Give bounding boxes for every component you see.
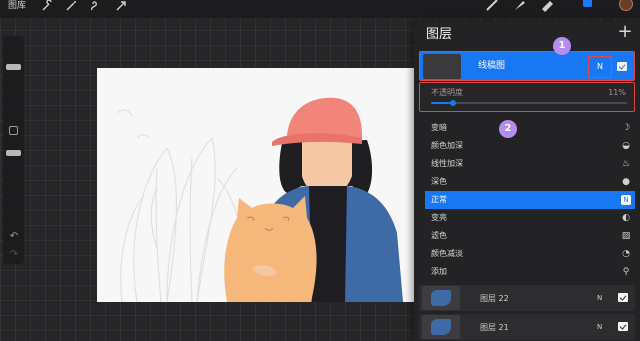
blend-mode-label: 变亮 [431,213,447,222]
blend-mode-item[interactable]: 滤色 ▨ [425,227,635,245]
left-sidebar: ↶ ↷ [3,36,24,264]
blend-mode-item[interactable]: 深色 ● [425,173,635,191]
darker-color-icon: ● [622,177,630,187]
callout-1: 1 [553,37,571,55]
selection-icon[interactable] [88,0,102,12]
layer-thumbnail [422,286,460,310]
drawing-canvas[interactable] [97,68,418,302]
opacity-slider-track[interactable] [431,100,627,106]
opacity-slider-knob[interactable] [449,100,456,106]
blend-mode-label: 深色 [431,177,447,186]
smudge-icon[interactable] [512,0,526,12]
layer-thumbnail [423,54,461,79]
blend-mode-button[interactable]: N [588,56,612,78]
blend-mode-item[interactable]: 颜色加深 ◒ [425,137,635,155]
layer-blend-mode[interactable]: N [597,293,602,304]
modify-square-icon[interactable] [9,126,18,135]
blend-mode-item[interactable]: 添加 ⚲ [425,263,635,281]
brush-size-slider[interactable] [6,64,21,70]
opacity-value: 11% [608,88,626,97]
layer-name: 图层 22 [480,294,509,303]
illustration [116,97,403,302]
blend-mode-item[interactable]: 变亮 ◐ [425,209,635,227]
opacity-control: 不透明度 11% [419,82,635,112]
layer-thumbnail [422,315,460,339]
normal-n-icon: N [621,195,631,205]
blend-mode-item[interactable]: 线性加深 ♨ [425,155,635,173]
burn-icon: ◒ [622,141,630,151]
lighten-icon: ◐ [622,213,630,223]
blend-mode-label: 颜色减淡 [431,249,463,258]
active-layer-name: 线稿图 [478,61,506,71]
add-icon: ⚲ [622,267,630,277]
active-layer-row[interactable]: 线稿图 N [419,51,635,81]
opacity-slider[interactable] [6,150,21,156]
blend-mode-item[interactable]: 颜色减淡 ◔ [425,245,635,263]
screen-stripes-icon: ▨ [621,231,631,241]
plus-icon[interactable]: + [615,22,635,42]
blend-mode-label: 添加 [431,267,447,276]
layer-blend-mode[interactable]: N [597,322,602,333]
blend-mode-label: 正常 [431,195,447,204]
blend-mode-label: 颜色加深 [431,141,463,150]
transform-arrow-icon[interactable] [114,0,128,12]
undo-icon[interactable]: ↶ [8,232,20,242]
eraser-icon[interactable] [540,0,554,12]
brush-icon[interactable] [485,0,499,12]
blend-mode-label: 变暗 [431,123,447,132]
visibility-checkbox[interactable] [618,293,628,302]
redo-icon[interactable]: ↷ [8,250,20,260]
flame-icon: ♨ [621,159,631,169]
blend-mode-item[interactable]: 正常 N [425,191,635,209]
blend-mode-item[interactable]: 变暗 ☽ [425,119,635,137]
cat [224,196,317,302]
gallery-button[interactable]: 图库 [8,0,26,12]
visibility-checkbox[interactable] [617,62,627,71]
blend-mode-label: 滤色 [431,231,447,240]
blend-mode-list: 变暗 ☽ 颜色加深 ◒ 线性加深 ♨ 深色 ● 正常 N 变亮 ◐ 滤色 ▨ 颜色减淡 ◔ 添加 ⚲ [425,119,635,281]
dodge-icon: ◔ [622,249,630,259]
opacity-label: 不透明度 [431,88,463,97]
layer-row[interactable]: 图层 21 N [419,314,635,340]
magic-wand-icon[interactable] [64,0,78,12]
layer-name: 图层 21 [480,323,509,332]
color-swatch-icon[interactable] [619,0,633,11]
moon-icon: ☽ [621,123,631,133]
blend-mode-label: 线性加深 [431,159,463,168]
layers-icon[interactable] [583,0,592,7]
visibility-checkbox[interactable] [618,322,628,331]
layers-panel: 图层 + 线稿图 N 1 不透明度 11% 2 变暗 ☽ 颜色加深 ◒ 线性加深 ♨ 深色 ●… [414,22,640,341]
top-toolbar: 图库 [0,0,640,18]
layer-row[interactable]: 图层 22 N [419,285,635,311]
panel-title: 图层 [426,27,453,42]
wrench-icon[interactable] [40,0,54,12]
